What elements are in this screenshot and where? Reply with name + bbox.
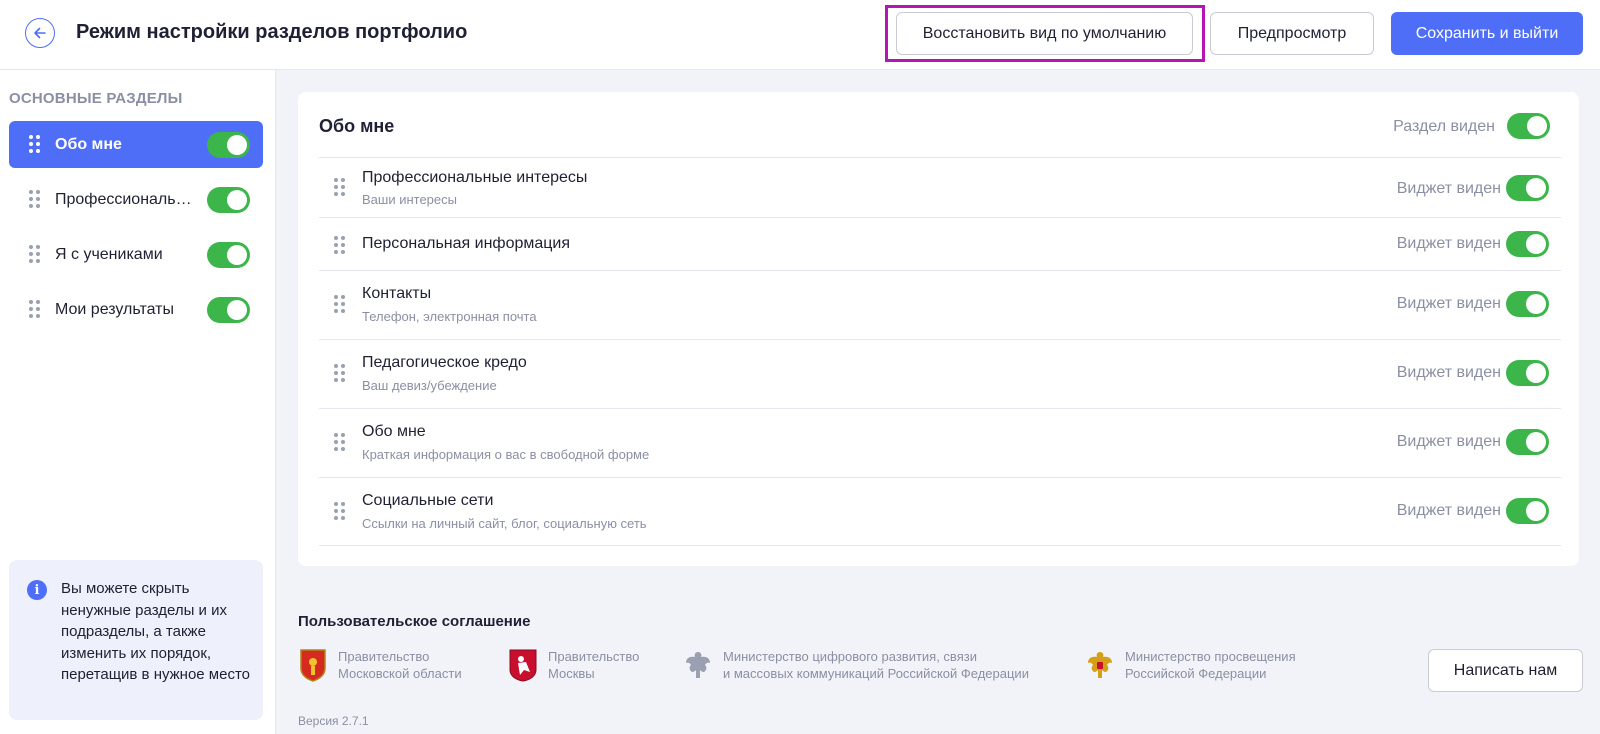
section-visibility-toggle[interactable] [207,132,250,158]
widget-subtitle: Ссылки на личный сайт, блог, социальную … [362,516,647,531]
user-agreement-link[interactable]: Пользовательское соглашение [298,613,530,630]
org-name: Правительство Московской области [338,649,462,681]
drag-handle-icon[interactable] [334,236,345,254]
widget-title: Контакты [362,285,432,302]
widget-row: Профессиональные интересы Ваши интересы … [319,157,1561,217]
widget-row: Контакты Телефон, электронная почта Видж… [319,270,1561,339]
widget-title: Социальные сети [362,492,494,509]
drag-handle-icon[interactable] [29,135,40,153]
russian-eagle-gold-emblem-icon [1088,652,1112,678]
restore-default-button[interactable]: Восстановить вид по умолчанию [896,12,1193,55]
info-icon: i [27,580,47,600]
sidebar-item-label: Я с учениками [55,245,163,263]
drag-handle-icon[interactable] [334,502,345,520]
widget-row: Персональная информация Виджет виден [319,217,1561,270]
moscow-coat-of-arms-icon [509,649,537,682]
version-label: Версия 2.7.1 [298,714,369,728]
save-and-exit-button[interactable]: Сохранить и выйти [1391,12,1583,55]
section-visibility-toggle[interactable] [207,242,250,268]
drag-handle-icon[interactable] [334,364,345,382]
widget-subtitle: Ваш девиз/убеждение [362,378,497,393]
page-title: Режим настройки разделов портфолио [76,21,468,43]
drag-handle-icon[interactable] [334,433,345,451]
drag-handle-icon[interactable] [29,245,40,263]
org-minprosveshcheniya[interactable]: Министерство просвещения Российской Феде… [1085,648,1296,682]
widget-status: Виджет виден [1396,502,1501,519]
section-card: Обо мне Раздел виден Профессиональные ин… [298,92,1579,566]
sidebar: ОСНОВНЫЕ РАЗДЕЛЫ Обо мне Профессиональны… [0,70,276,734]
info-text: Вы можете скрыть ненужные разделы и их п… [61,580,251,683]
russian-eagle-emblem-icon [686,652,710,678]
widget-visibility-toggle[interactable] [1506,498,1549,524]
section-status: Раздел виден [1393,118,1495,135]
section-visibility-toggle[interactable] [207,297,250,323]
widget-visibility-toggle[interactable] [1506,175,1549,201]
section-visibility-toggle[interactable] [1507,113,1550,139]
widget-row: Педагогическое кредо Ваш девиз/убеждение… [319,339,1561,408]
widget-row: Обо мне Краткая информация о вас в свобо… [319,408,1561,477]
drag-handle-icon[interactable] [334,295,345,313]
sidebar-item-label: Обо мне [55,135,122,153]
widget-status: Виджет виден [1396,364,1501,381]
write-to-us-button[interactable]: Написать нам [1428,649,1583,692]
header: Режим настройки разделов портфолио Восст… [0,0,1600,70]
widget-status: Виджет виден [1396,295,1501,312]
sidebar-item-with-students[interactable]: Я с учениками [9,231,263,278]
widget-visibility-toggle[interactable] [1506,360,1549,386]
arrow-left-circle-icon [34,27,46,39]
section-title: Обо мне [319,116,395,136]
widget-status: Виджет виден [1396,235,1501,252]
drag-handle-icon[interactable] [334,178,345,196]
sidebar-item-about[interactable]: Обо мне [9,121,263,168]
drag-handle-icon[interactable] [29,300,40,318]
org-name: Министерство цифрового развития, связи и… [723,649,1029,681]
widget-subtitle: Телефон, электронная почта [362,309,537,324]
widget-subtitle: Ваши интересы [362,192,457,207]
sidebar-item-label: Мои результаты [55,300,174,318]
widget-subtitle: Краткая информация о вас в свободной фор… [362,447,650,462]
widget-status: Виджет виден [1396,433,1501,450]
section-visibility-toggle[interactable] [207,187,250,213]
org-moscow-region[interactable]: Правительство Московской области [298,648,462,682]
org-mintsifry[interactable]: Министерство цифрового развития, связи и… [683,648,1029,682]
widget-title: Профессиональные интересы [362,169,588,186]
back-button[interactable] [25,18,55,48]
widget-row: Социальные сети Ссылки на личный сайт, б… [319,477,1561,546]
org-name: Правительство Москвы [548,649,640,681]
moscow-region-coat-of-arms-icon [300,649,326,682]
sidebar-heading: ОСНОВНЫЕ РАЗДЕЛЫ [9,90,183,107]
org-moscow[interactable]: Правительство Москвы [508,648,639,682]
sidebar-item-my-results[interactable]: Мои результаты [9,286,263,333]
sidebar-item-label: Профессиональные интересы [55,190,200,208]
widget-status: Виджет виден [1396,180,1501,197]
preview-button[interactable]: Предпросмотр [1210,12,1374,55]
drag-handle-icon[interactable] [29,190,40,208]
org-name: Министерство просвещения Российской Феде… [1125,649,1296,681]
widget-visibility-toggle[interactable] [1506,231,1549,257]
widget-title: Педагогическое кредо [362,354,527,371]
sidebar-item-professional-interests[interactable]: Профессиональные интересы [9,176,263,223]
widget-visibility-toggle[interactable] [1506,429,1549,455]
widget-title: Персональная информация [362,235,571,252]
info-box: i Вы можете скрыть ненужные разделы и их… [9,560,263,720]
widget-title: Обо мне [362,423,426,440]
widget-visibility-toggle[interactable] [1506,291,1549,317]
